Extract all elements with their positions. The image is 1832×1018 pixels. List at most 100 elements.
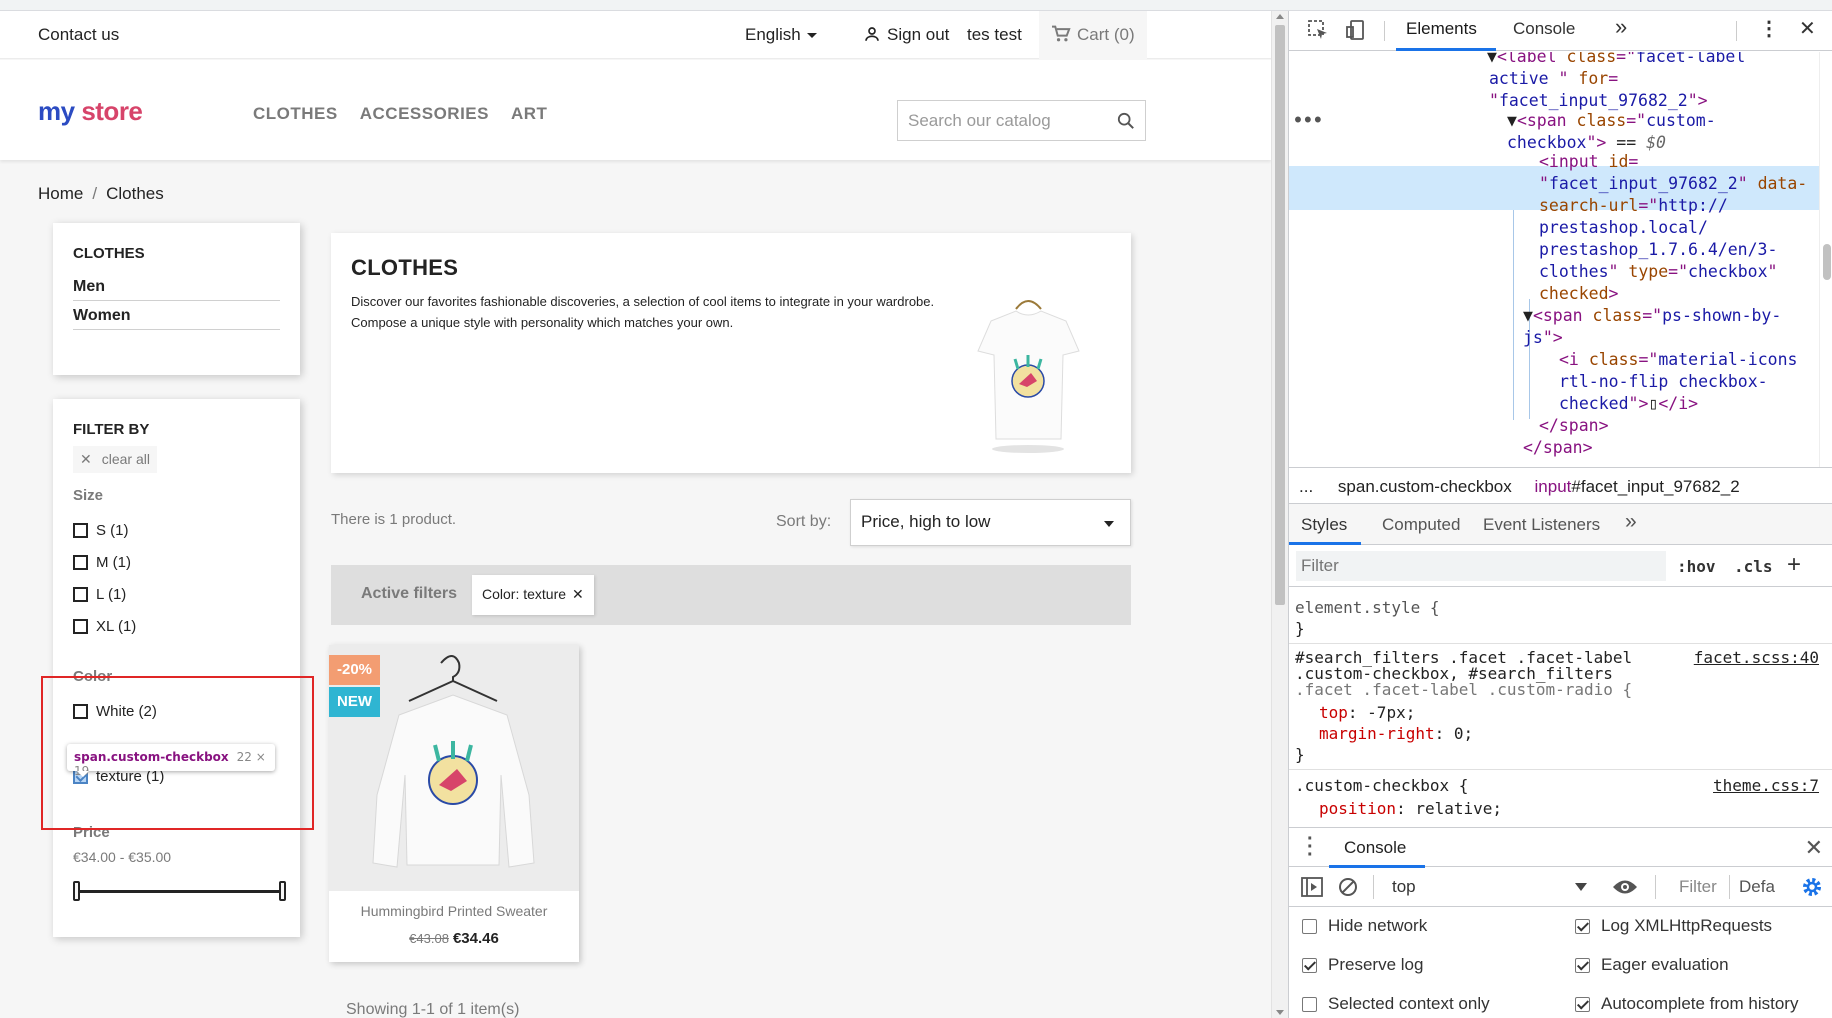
size-option-m[interactable]: M (1) bbox=[73, 546, 280, 578]
product-name[interactable]: Hummingbird Printed Sweater bbox=[329, 903, 579, 919]
close-drawer-icon[interactable]: ✕ bbox=[1805, 835, 1823, 861]
checkbox[interactable] bbox=[1302, 918, 1317, 934]
checked-checkbox[interactable] bbox=[1575, 918, 1590, 934]
product-card[interactable]: -20% NEW Hummingbird Printed Sweater €43… bbox=[329, 645, 579, 962]
checked-checkbox[interactable] bbox=[1575, 996, 1590, 1012]
show-sidebar-icon[interactable] bbox=[1301, 877, 1323, 897]
tab-elements[interactable]: Elements bbox=[1406, 19, 1477, 39]
contact-us-link[interactable]: Contact us bbox=[38, 25, 119, 45]
gear-icon[interactable] bbox=[1801, 876, 1823, 898]
search-input[interactable] bbox=[898, 101, 1098, 140]
node-i-material-icons[interactable]: <i class="material-icons bbox=[1559, 349, 1797, 371]
scroll-up-arrow-icon[interactable] bbox=[1276, 14, 1284, 19]
checkbox[interactable] bbox=[73, 554, 88, 570]
rule-selector[interactable]: .facet .facet-label .custom-radio { bbox=[1295, 679, 1815, 700]
slider-handle-max[interactable] bbox=[279, 881, 286, 901]
tab-styles[interactable]: Styles bbox=[1301, 515, 1347, 535]
setting-log-xhr[interactable]: Log XMLHttpRequests bbox=[1575, 916, 1772, 936]
crumb-span-custom-checkbox[interactable]: span.custom-checkbox bbox=[1338, 477, 1512, 496]
node-span-close[interactable]: </span> bbox=[1539, 415, 1609, 437]
cart-button[interactable]: Cart (0) bbox=[1039, 11, 1147, 59]
store-logo[interactable]: my store bbox=[38, 96, 143, 127]
active-filter-chip[interactable]: Color: texture ✕ bbox=[472, 575, 594, 615]
node-span-custom-checkbox[interactable]: ▼<span class="custom- bbox=[1507, 110, 1716, 132]
close-icon[interactable]: ✕ bbox=[572, 586, 584, 602]
tab-computed[interactable]: Computed bbox=[1382, 515, 1460, 535]
node-input-cont[interactable]: prestashop_1.7.6.4/en/3- bbox=[1539, 239, 1777, 261]
checkbox[interactable] bbox=[1302, 996, 1317, 1012]
sort-select[interactable]: Price, high to low bbox=[850, 499, 1131, 546]
menu-item-clothes[interactable]: CLOTHES bbox=[253, 104, 338, 123]
new-rule-icon[interactable]: + bbox=[1787, 551, 1801, 579]
setting-hide-network[interactable]: Hide network bbox=[1302, 916, 1427, 936]
size-option-s[interactable]: S (1) bbox=[73, 514, 280, 546]
context-selector[interactable]: top bbox=[1392, 877, 1416, 897]
crumbs-overflow[interactable]: ... bbox=[1299, 477, 1313, 496]
drawer-menu-icon[interactable]: · · · bbox=[1307, 829, 1314, 865]
node-i-cont[interactable]: rtl-no-flip checkbox- bbox=[1559, 371, 1768, 393]
crumb-input[interactable]: input#facet_input_97682_2 bbox=[1535, 477, 1740, 496]
tab-event-listeners[interactable]: Event Listeners bbox=[1483, 515, 1600, 535]
category-item-women[interactable]: Women bbox=[73, 301, 280, 330]
checkbox[interactable] bbox=[73, 522, 88, 538]
node-span-close[interactable]: </span> bbox=[1523, 437, 1593, 459]
slider-handle-min[interactable] bbox=[73, 881, 80, 901]
node-input-cont[interactable]: prestashop.local/ bbox=[1539, 217, 1708, 239]
node-input-cont[interactable]: clothes" type="checkbox" bbox=[1539, 261, 1777, 283]
kebab-menu-icon[interactable]: ⋮ bbox=[1759, 16, 1779, 41]
inspect-element-icon[interactable] bbox=[1307, 19, 1329, 41]
search-icon[interactable] bbox=[1117, 112, 1135, 130]
menu-item-art[interactable]: ART bbox=[511, 104, 547, 123]
breadcrumb-home[interactable]: Home bbox=[38, 184, 83, 203]
checked-checkbox[interactable] bbox=[1575, 957, 1590, 973]
styles-filter-input[interactable] bbox=[1296, 551, 1666, 581]
node-input-cont[interactable]: checked> bbox=[1539, 283, 1618, 305]
node-input[interactable]: <input id= bbox=[1539, 151, 1638, 173]
close-devtools-icon[interactable]: ✕ bbox=[1799, 16, 1816, 41]
breadcrumb-current[interactable]: Clothes bbox=[106, 184, 164, 203]
row-ellipsis-icon[interactable]: ••• bbox=[1293, 110, 1323, 132]
node-input-cont[interactable]: "facet_input_97682_2" data- bbox=[1539, 173, 1807, 195]
price-slider[interactable] bbox=[73, 881, 286, 901]
category-item-men[interactable]: Men bbox=[73, 272, 280, 301]
node-input-cont[interactable]: search-url="http:// bbox=[1539, 195, 1728, 217]
css-declaration[interactable]: position: relative; bbox=[1319, 798, 1832, 819]
node-span-ps-shown-cont[interactable]: js"> bbox=[1523, 327, 1563, 349]
more-subtabs-icon[interactable]: » bbox=[1625, 510, 1637, 534]
rule-source-link[interactable]: theme.css:7 bbox=[1713, 775, 1819, 796]
setting-selected-context[interactable]: Selected context only bbox=[1302, 994, 1490, 1014]
node-i-cont[interactable]: checked">▯</i> bbox=[1559, 393, 1698, 415]
device-toolbar-icon[interactable] bbox=[1345, 19, 1367, 41]
page-scrollbar[interactable] bbox=[1271, 11, 1288, 1018]
setting-autocomplete[interactable]: Autocomplete from history bbox=[1575, 994, 1798, 1014]
chevron-down-icon[interactable] bbox=[1575, 883, 1587, 891]
clear-all-button[interactable]: ✕ clear all bbox=[73, 446, 157, 473]
css-declaration[interactable]: margin-right: 0; bbox=[1319, 723, 1832, 744]
drawer-tab-console[interactable]: Console bbox=[1344, 838, 1406, 858]
scrollbar-thumb[interactable] bbox=[1275, 25, 1285, 605]
node-span-ps-shown[interactable]: ▼<span class="ps-shown-by- bbox=[1523, 305, 1781, 327]
category-title[interactable]: CLOTHES bbox=[73, 245, 280, 262]
account-name-link[interactable]: tes test bbox=[967, 25, 1022, 45]
element-style-rule[interactable]: element.style { bbox=[1295, 597, 1815, 618]
checked-checkbox[interactable] bbox=[1302, 957, 1317, 973]
size-option-xl[interactable]: XL (1) bbox=[73, 610, 280, 642]
console-filter-input[interactable]: Filter bbox=[1679, 877, 1717, 897]
css-declaration[interactable]: top: -7px; bbox=[1319, 702, 1832, 723]
scrollbar-thumb[interactable] bbox=[1823, 244, 1831, 280]
menu-item-accessories[interactable]: ACCESSORIES bbox=[360, 104, 489, 123]
tab-console[interactable]: Console bbox=[1513, 19, 1575, 39]
checkbox[interactable] bbox=[73, 618, 88, 634]
size-option-l[interactable]: L (1) bbox=[73, 578, 280, 610]
elements-scrollbar[interactable] bbox=[1819, 52, 1832, 467]
live-expression-eye-icon[interactable] bbox=[1612, 878, 1638, 896]
node-label-open-cont[interactable]: active " for= bbox=[1489, 68, 1618, 90]
language-selector[interactable]: English bbox=[745, 25, 817, 45]
setting-preserve-log[interactable]: Preserve log bbox=[1302, 955, 1423, 975]
more-tabs-icon[interactable]: » bbox=[1615, 14, 1627, 40]
clear-console-icon[interactable] bbox=[1338, 877, 1358, 897]
class-toggle[interactable]: .cls bbox=[1734, 557, 1773, 576]
node-label-open[interactable]: ▼<label class="facet-label bbox=[1487, 52, 1745, 68]
scroll-down-arrow-icon[interactable] bbox=[1276, 1010, 1284, 1015]
node-label-open-cont[interactable]: "facet_input_97682_2"> bbox=[1489, 90, 1708, 112]
